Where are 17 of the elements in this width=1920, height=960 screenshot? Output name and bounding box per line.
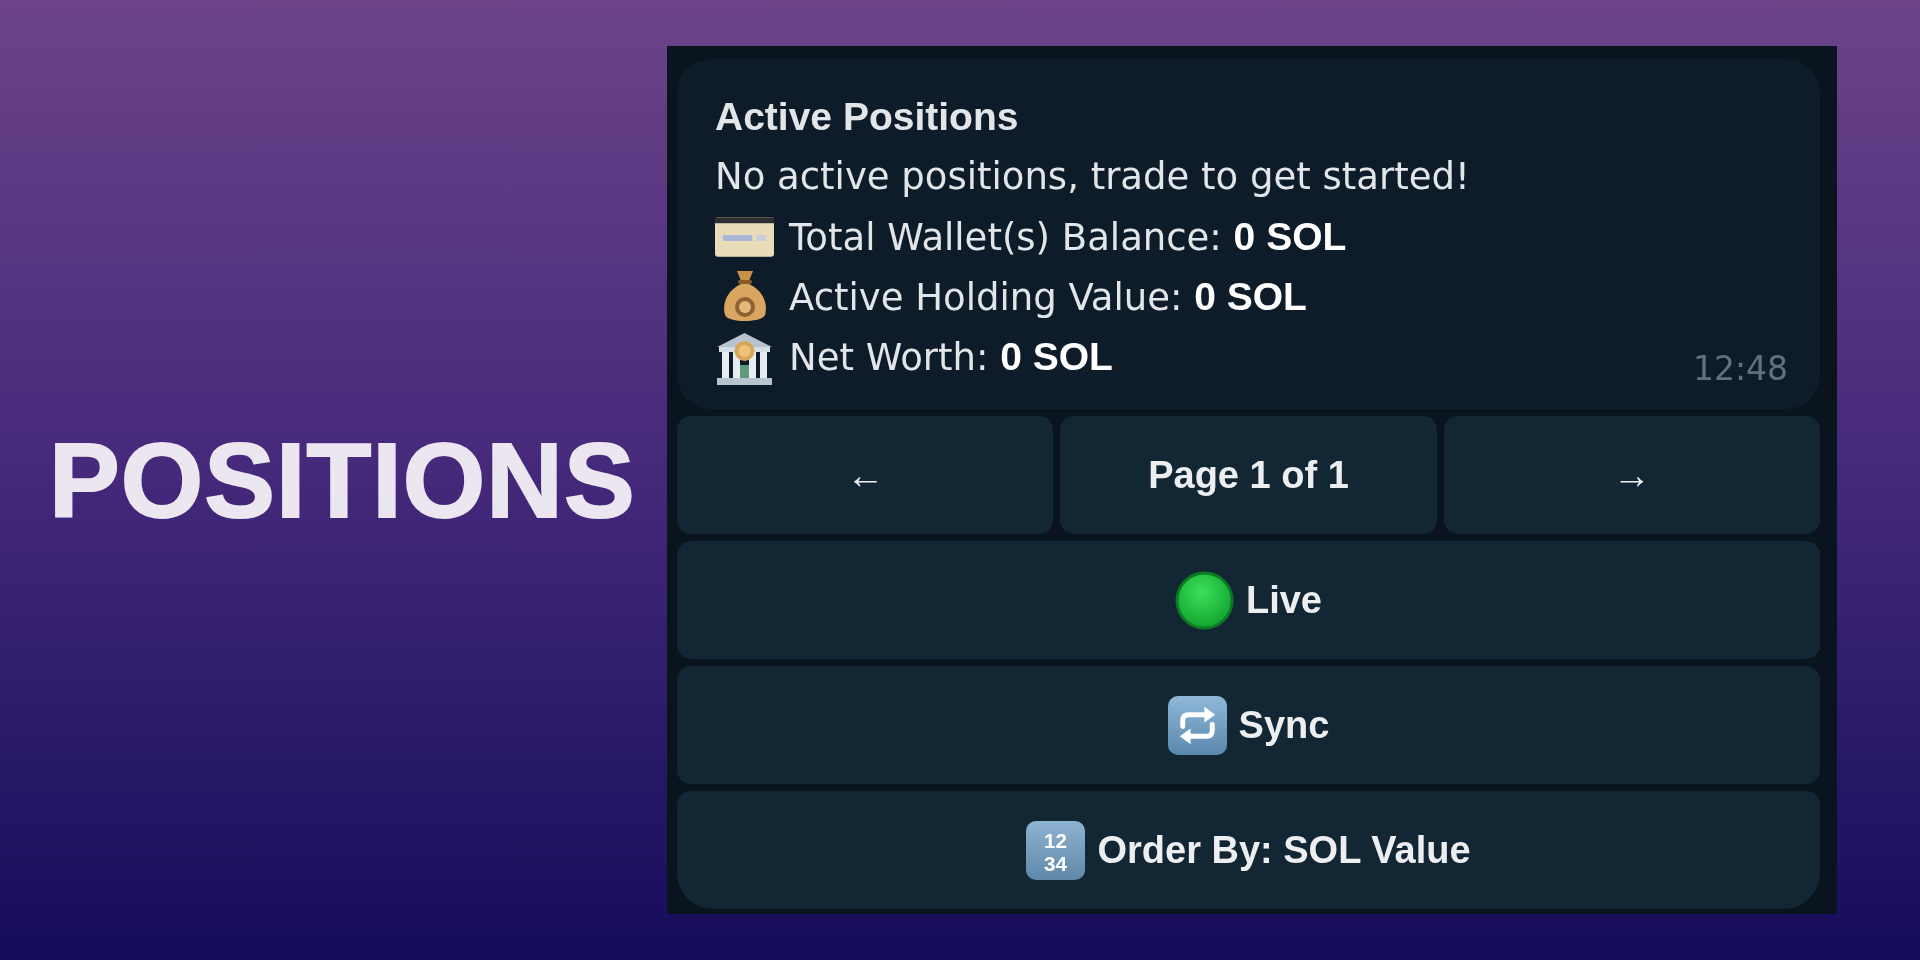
- live-button[interactable]: Live: [677, 541, 1820, 659]
- stat-text: Total Wallet(s) Balance: 0 SOL: [789, 213, 1347, 261]
- card-icon: [715, 217, 774, 257]
- sync-button[interactable]: Sync: [677, 666, 1820, 784]
- message-title: Active Positions: [715, 94, 1019, 140]
- order-by-button[interactable]: 12 34 Order By: SOL Value: [677, 791, 1820, 909]
- status-dot-icon: [1174, 570, 1234, 630]
- stat-text: Net Worth: 0 SOL: [789, 333, 1113, 381]
- page-button[interactable]: Page 1 of 1: [1060, 416, 1437, 534]
- stat-text: Active Holding Value: 0 SOL: [789, 273, 1307, 321]
- next-page-button[interactable]: →: [1443, 416, 1820, 534]
- message-time: 12:48: [1692, 349, 1788, 389]
- repeat-icon: [1167, 695, 1227, 755]
- number-keycap-icon: 12 34: [1026, 820, 1086, 880]
- previous-page-button[interactable]: ←: [677, 416, 1054, 534]
- headline: POSITIONS: [49, 427, 636, 533]
- message-text: No active positions, trade to get started!: [715, 154, 1470, 200]
